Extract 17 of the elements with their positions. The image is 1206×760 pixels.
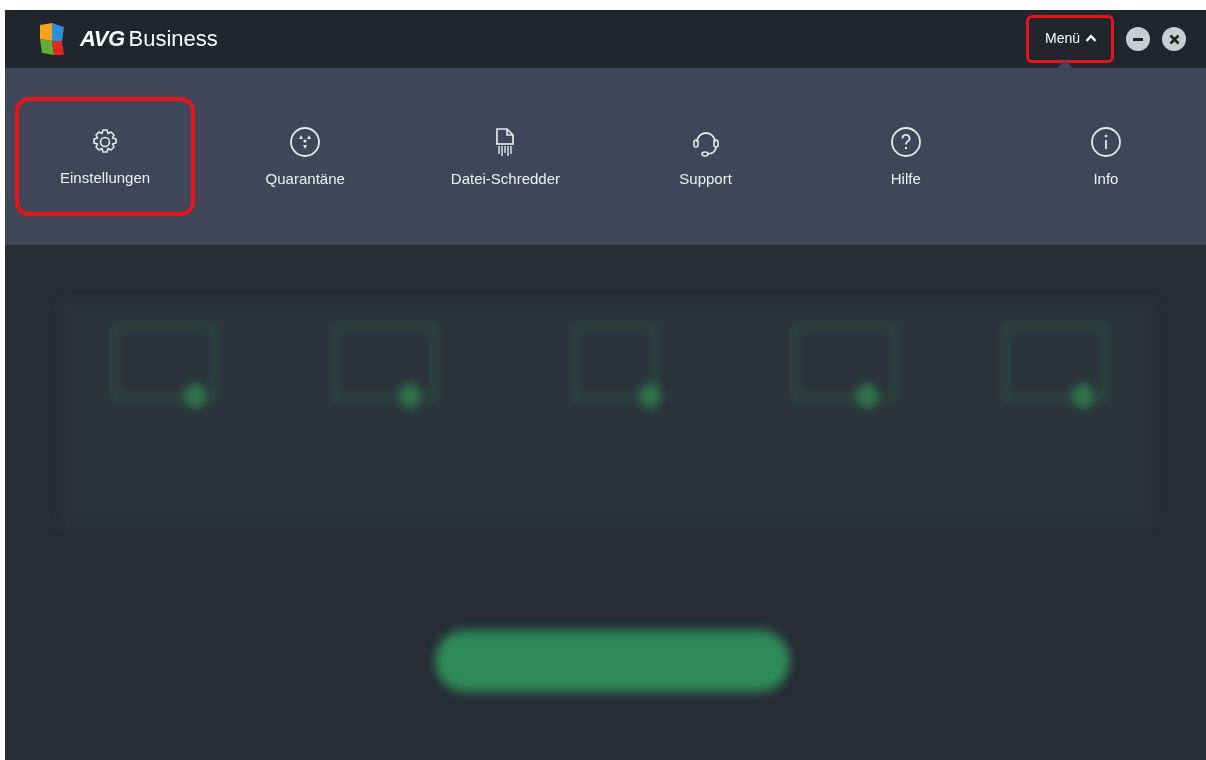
minimize-button[interactable]: [1126, 27, 1150, 51]
product-name: Business: [128, 26, 218, 52]
hazard-icon: [289, 126, 322, 158]
menu-item[interactable]: Info: [1015, 96, 1196, 217]
menu-item[interactable]: Support: [615, 96, 796, 217]
menu-button[interactable]: Menü: [1025, 15, 1114, 63]
minimize-icon: [1133, 37, 1143, 41]
close-icon: [1168, 33, 1180, 45]
help-icon: [889, 126, 922, 158]
caret-icon: [1085, 34, 1097, 42]
info-icon: [1089, 126, 1122, 158]
brand-name: AVG: [80, 26, 125, 52]
close-button[interactable]: [1162, 27, 1186, 51]
menu-item[interactable]: Hilfe: [815, 96, 996, 217]
menu-item[interactable]: Einstellungen: [15, 97, 196, 216]
menu-item[interactable]: Datei-Schredder: [415, 96, 596, 217]
menu-item[interactable]: Quarantäne: [215, 96, 396, 217]
